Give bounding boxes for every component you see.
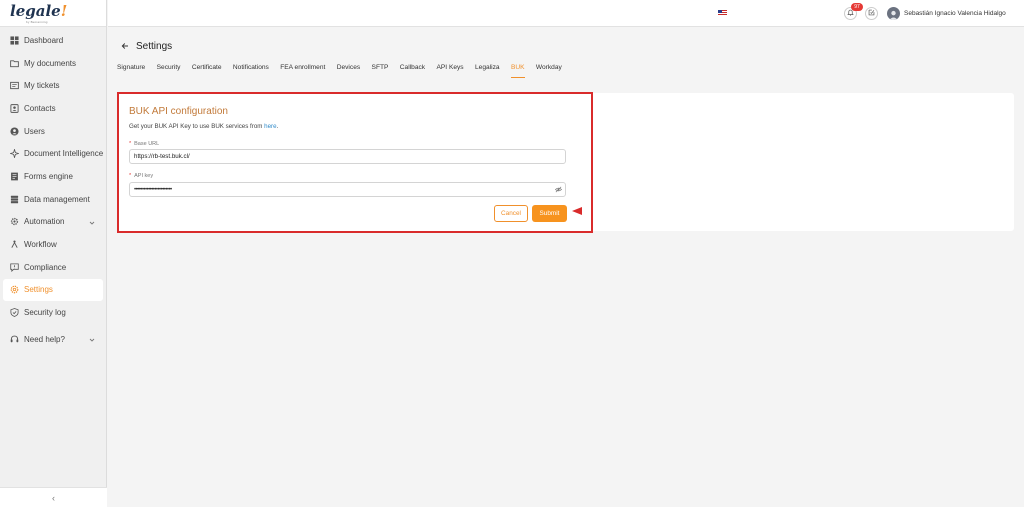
- avatar[interactable]: [887, 7, 900, 20]
- sidebar-item-label: Automation: [24, 217, 65, 227]
- logo[interactable]: legale! by Bemanning: [0, 0, 106, 27]
- sidebar-item-label: My documents: [24, 58, 77, 68]
- tab-workday[interactable]: Workday: [536, 64, 562, 78]
- user-icon: [10, 127, 19, 136]
- sidebar-item-label: Security log: [24, 308, 66, 318]
- sidebar-item-label: Workflow: [24, 240, 57, 250]
- settings-icon: [10, 285, 19, 294]
- tab-api-keys[interactable]: API Keys: [436, 64, 463, 78]
- chevron-left-icon: ‹: [52, 492, 55, 503]
- sidebar-collapse-button[interactable]: ‹: [0, 487, 107, 507]
- tab-security[interactable]: Security: [157, 64, 181, 78]
- back-arrow-icon[interactable]: [121, 42, 129, 50]
- logo-accent: !: [60, 2, 68, 20]
- sidebar-item-dashboard[interactable]: Dashboard: [0, 29, 106, 52]
- sidebar-item-compliance[interactable]: Compliance: [0, 256, 106, 279]
- sidebar-item-need-help[interactable]: Need help?: [0, 328, 106, 351]
- dashboard-icon: [10, 36, 19, 45]
- sidebar-item-data-management[interactable]: Data management: [0, 188, 106, 211]
- user-name[interactable]: Sebastián Ignacio Valencia Hidalgo: [904, 10, 1006, 17]
- eye-off-icon[interactable]: [554, 186, 563, 193]
- tab-buk[interactable]: BUK: [510, 64, 525, 78]
- contacts-icon: [10, 104, 19, 113]
- settings-tabs: Signature Security Certificate Notificat…: [117, 64, 573, 78]
- sparkle-icon: [10, 149, 19, 159]
- here-link[interactable]: here: [264, 123, 276, 130]
- sidebar-item-label: Dashboard: [24, 35, 64, 45]
- tab-devices[interactable]: Devices: [337, 64, 360, 78]
- shield-icon: [10, 308, 19, 317]
- edit-check-icon: [868, 9, 875, 18]
- sidebar-item-label: Compliance: [24, 262, 67, 272]
- pointer-arrow-icon: [572, 207, 582, 215]
- sidebar-item-my-tickets[interactable]: My tickets: [0, 74, 106, 97]
- gear-icon: [10, 217, 19, 226]
- sidebar-item-label: Users: [24, 126, 45, 136]
- sidebar-item-label: Document Intelligence: [24, 149, 104, 159]
- form-title: BUK API configuration: [129, 106, 228, 117]
- tab-signature[interactable]: Signature: [117, 64, 145, 78]
- base-url-input[interactable]: [129, 149, 566, 164]
- sidebar-item-forms-engine[interactable]: Forms engine: [0, 165, 106, 188]
- workflow-icon: [10, 240, 19, 249]
- page-title: Settings: [136, 41, 173, 52]
- sidebar-item-label: Data management: [24, 194, 90, 204]
- ticket-icon: [10, 81, 19, 90]
- tab-fea-enrollment[interactable]: FEA enrollment: [280, 64, 325, 78]
- sidebar-item-settings[interactable]: Settings: [3, 278, 103, 302]
- api-key-label: * API key: [129, 173, 154, 179]
- notification-count-badge: 97: [851, 3, 863, 11]
- sidebar-item-automation[interactable]: Automation: [0, 211, 106, 234]
- sidebar: legale! by Bemanning Dashboard My docume…: [0, 0, 107, 507]
- tasks-button[interactable]: [865, 7, 878, 20]
- us-flag-icon[interactable]: [718, 10, 727, 16]
- sidebar-item-label: Contacts: [24, 103, 56, 113]
- sidebar-item-label: Need help?: [24, 334, 65, 344]
- sidebar-item-security-log[interactable]: Security log: [0, 301, 106, 324]
- sidebar-item-label: Forms engine: [24, 171, 73, 181]
- base-url-label: * Base URL: [129, 141, 160, 147]
- sidebar-item-users[interactable]: Users: [0, 120, 106, 143]
- submit-button[interactable]: Submit: [532, 205, 567, 222]
- chevron-down-icon[interactable]: [89, 336, 95, 342]
- sidebar-item-contacts[interactable]: Contacts: [0, 97, 106, 120]
- form-description: Get your BUK API Key to use BUK services…: [129, 123, 279, 130]
- form-icon: [10, 172, 19, 181]
- user-avatar-icon: [889, 10, 898, 20]
- logo-subtitle: by Bemanning: [26, 20, 48, 24]
- tab-legaliza[interactable]: Legaliza: [475, 64, 500, 78]
- sidebar-item-label: Settings: [24, 285, 53, 295]
- buk-config-form: BUK API configuration Get your BUK API K…: [117, 92, 593, 233]
- tab-callback[interactable]: Callback: [400, 64, 425, 78]
- cancel-button[interactable]: Cancel: [494, 205, 528, 222]
- tab-notifications[interactable]: Notifications: [233, 64, 269, 78]
- sidebar-item-workflow[interactable]: Workflow: [0, 233, 106, 256]
- chevron-down-icon[interactable]: [89, 219, 95, 225]
- headset-icon: [10, 335, 19, 344]
- sidebar-item-document-intelligence[interactable]: Document Intelligence: [0, 142, 106, 165]
- tab-sftp[interactable]: SFTP: [372, 64, 389, 78]
- sidebar-nav: Dashboard My documents My tickets Contac…: [0, 27, 106, 351]
- api-key-input[interactable]: [129, 182, 566, 197]
- database-icon: [10, 195, 19, 204]
- logo-text: legale: [10, 2, 61, 20]
- sidebar-item-my-documents[interactable]: My documents: [0, 52, 106, 75]
- compliance-icon: [10, 263, 19, 272]
- tab-certificate[interactable]: Certificate: [192, 64, 222, 78]
- sidebar-item-label: My tickets: [24, 81, 60, 91]
- folder-icon: [10, 59, 19, 68]
